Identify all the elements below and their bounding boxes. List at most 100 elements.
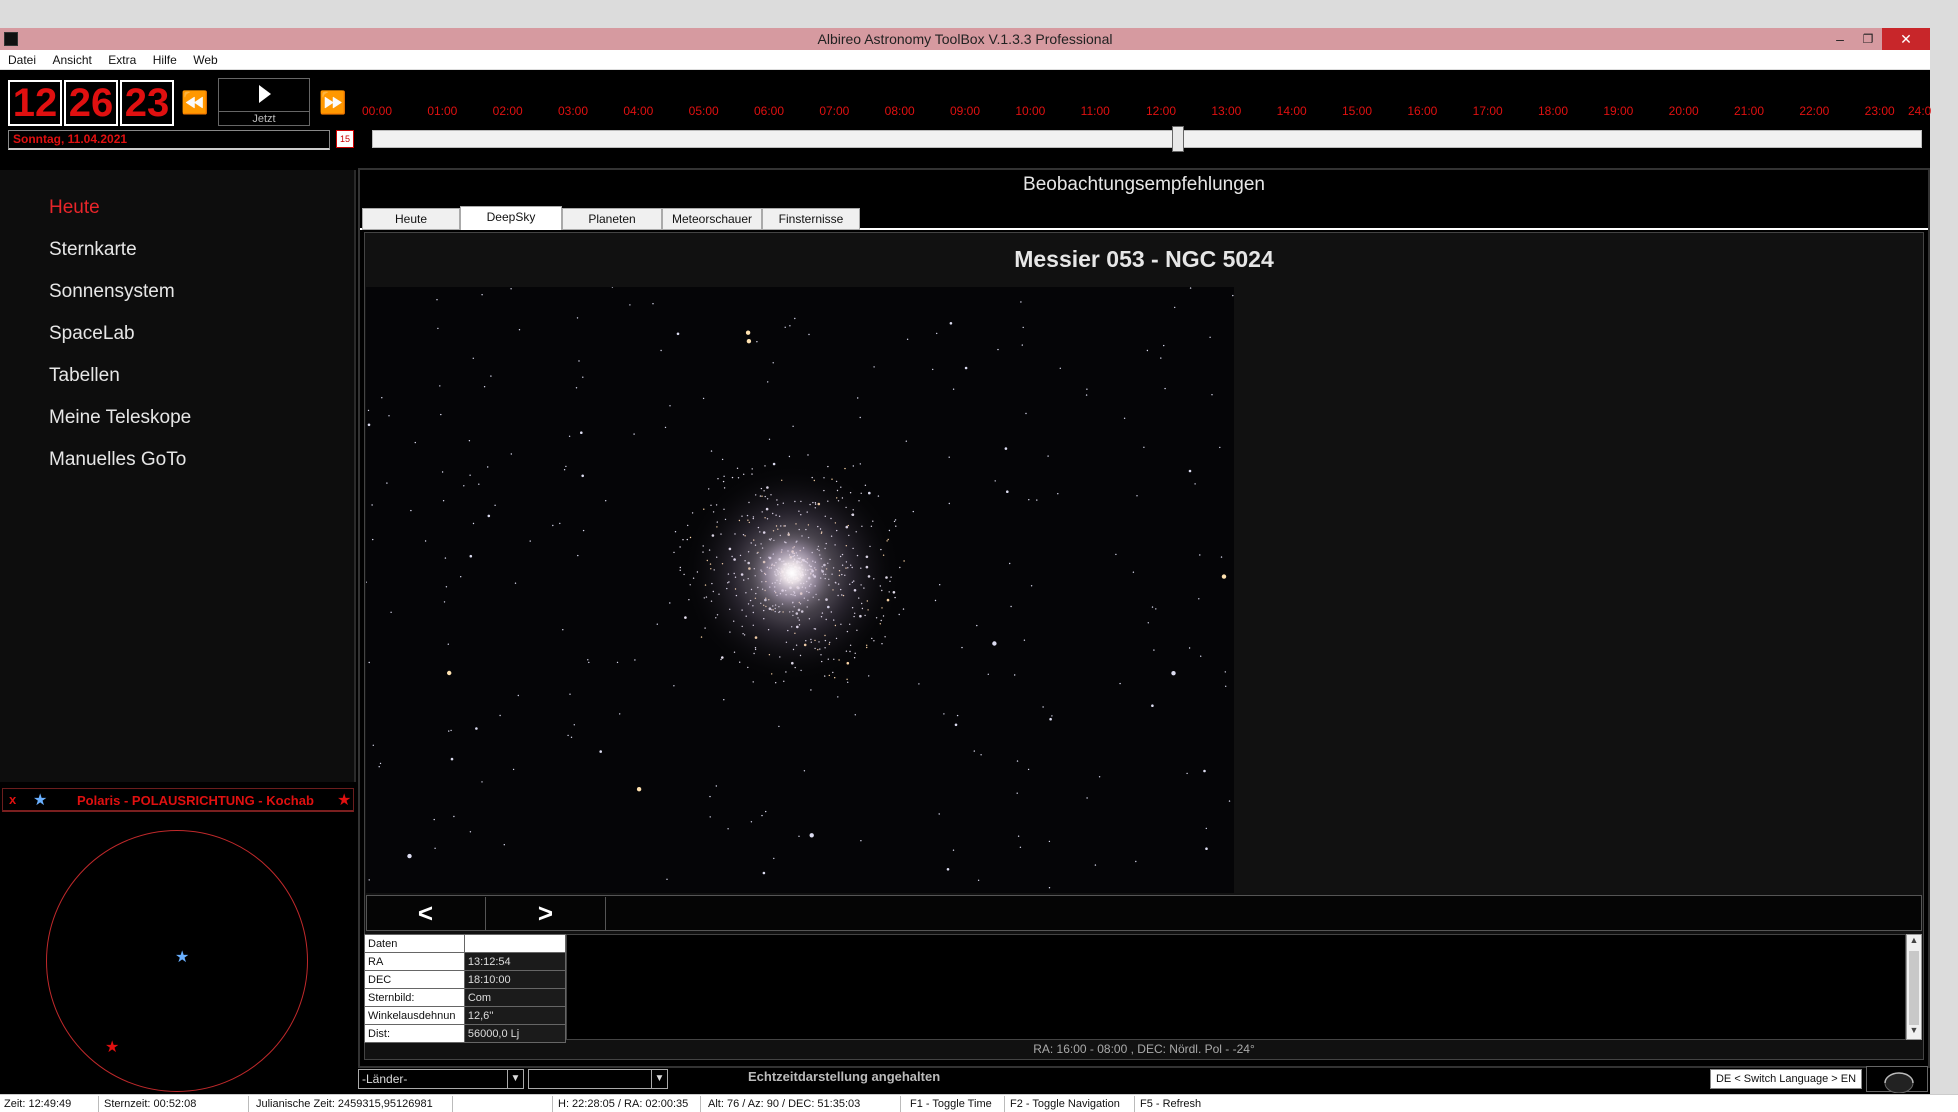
nav-item-sternkarte[interactable]: Sternkarte [49,239,137,261]
prev-object-button[interactable]: < [366,897,486,931]
star [976,624,978,627]
star [468,440,471,442]
cluster-star [775,682,777,684]
cluster-star [884,636,886,638]
timeline-hour-label: 02:00 [492,104,523,118]
timeline-hour-label: 19:00 [1603,104,1634,118]
star [378,766,380,768]
chevron-down-icon[interactable]: ▼ [507,1070,523,1088]
play-icon [259,85,271,103]
star [367,423,371,427]
menu-ansicht[interactable]: Ansicht [52,53,91,67]
star [1019,846,1022,848]
timeline-hour-label: 17:00 [1472,104,1503,118]
star [588,661,590,664]
star [450,729,452,732]
star [1023,639,1026,641]
clock-seconds[interactable]: 23 [120,80,174,126]
star [434,847,436,849]
star [563,469,566,471]
star [949,322,953,325]
star [1036,499,1038,501]
timeline-hour-label: 21:00 [1734,104,1765,118]
polaris-close-button[interactable]: x [9,792,16,807]
menu-web[interactable]: Web [193,53,217,67]
menu-hilfe[interactable]: Hilfe [153,53,177,67]
rewind-icon[interactable]: ⏪ [178,80,212,126]
table-row: Dist: 56000,0 Lj [364,1024,567,1043]
star [1049,717,1052,721]
cluster-star [846,678,848,680]
status-f1-hint: F1 - Toggle Time [910,1098,992,1110]
country-select[interactable]: -Länder- ▼ [358,1069,524,1089]
nav-item-meine-teleskope[interactable]: Meine Teleskope [49,407,191,429]
star [443,601,446,603]
star [390,611,392,613]
close-button[interactable]: ✕ [1882,28,1930,50]
next-object-button[interactable]: > [486,897,606,931]
star [1211,394,1213,396]
menu-datei[interactable]: Datei [8,53,36,67]
description-scrollbar[interactable]: ▲ ▼ [1906,934,1922,1040]
forward-icon[interactable]: ⏩ [316,80,350,126]
time-slider-thumb[interactable] [1172,126,1184,152]
time-slider[interactable] [372,130,1922,148]
star [765,810,767,813]
star [992,641,997,646]
date-field[interactable]: Sonntag, 11.04.2021 [8,130,330,150]
scroll-thumb[interactable] [1909,951,1919,1025]
star [371,504,373,506]
tab-finsternisse[interactable]: Finsternisse [762,208,860,230]
table-row: DEC 18:10:00 [364,970,567,989]
scroll-up-icon[interactable]: ▲ [1907,935,1921,949]
tab-planeten[interactable]: Planeten [562,208,662,230]
city-select[interactable]: ▼ [528,1069,668,1089]
timeline-hour-label: 13:00 [1211,104,1242,118]
switch-language-button[interactable]: DE < Switch Language > EN [1710,1069,1862,1089]
star [669,602,671,604]
star [666,878,668,880]
star [1048,840,1051,843]
tab-deepsky[interactable]: DeepSky [460,206,562,230]
data-header-value [463,934,567,953]
object-data-table: Daten RA 13:12:54 DEC 18:10:00 Sternbild… [364,934,567,1043]
data-key: DEC [364,970,465,989]
star [372,538,374,541]
star [1224,671,1226,673]
star [478,483,480,485]
restore-button[interactable]: ❐ [1854,28,1882,50]
star [619,713,621,715]
nav-item-manuelles-goto[interactable]: Manuelles GoTo [49,449,186,471]
nav-item-heute[interactable]: Heute [49,197,100,219]
tab-heute[interactable]: Heute [362,208,460,230]
tab-meteorschauer[interactable]: Meteorschauer [662,208,762,230]
chevron-down-icon[interactable]: ▼ [651,1070,667,1088]
star [568,435,571,437]
now-button[interactable]: Jetzt [218,78,310,126]
data-key: Winkelausdehnun [364,1006,465,1025]
star [447,643,449,645]
star [575,387,578,389]
scroll-down-icon[interactable]: ▼ [1907,1025,1921,1039]
star [1160,357,1162,359]
clock-minutes[interactable]: 26 [64,80,118,126]
data-key: RA [364,952,465,971]
clock-hours[interactable]: 12 [8,80,62,126]
minimize-button[interactable]: – [1826,28,1854,50]
star [436,299,438,301]
star [997,348,999,351]
star [576,317,579,319]
calendar-icon[interactable]: 15 [336,130,354,148]
star [756,341,758,343]
star [494,504,496,506]
timeline-hour-label: 05:00 [688,104,719,118]
data-value: 18:10:00 [463,970,567,989]
star [784,326,786,328]
nav-item-sonnensystem[interactable]: Sonnensystem [49,281,175,303]
nav-item-tabellen[interactable]: Tabellen [49,365,120,387]
nav-item-spacelab[interactable]: SpaceLab [49,323,135,345]
window-title: Albireo Astronomy ToolBox V.1.3.3 Profes… [817,31,1113,47]
star [1146,349,1149,352]
menu-extra[interactable]: Extra [108,53,136,67]
status-sidereal-time: Sternzeit: 00:52:08 [104,1098,197,1110]
